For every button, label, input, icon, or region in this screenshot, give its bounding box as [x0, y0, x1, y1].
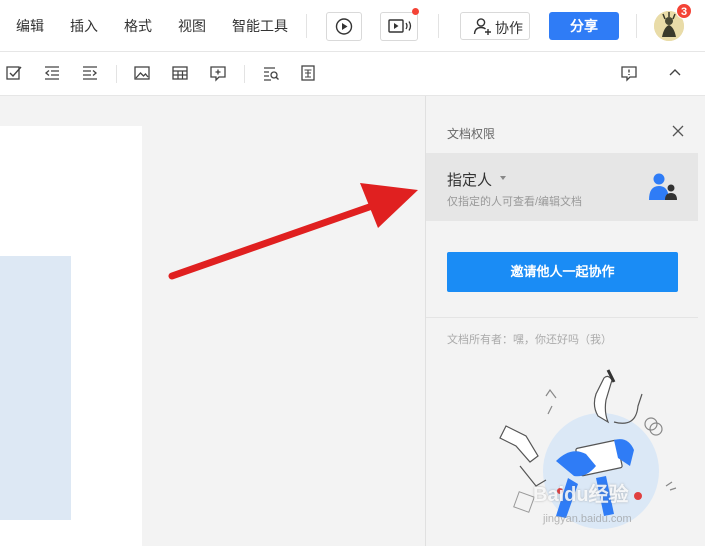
play-button[interactable] — [326, 12, 362, 41]
invite-collaborate-button[interactable]: 邀请他人一起协作 — [447, 252, 678, 292]
menu-smart-tools[interactable]: 智能工具 — [232, 17, 288, 35]
table-icon[interactable] — [171, 64, 189, 82]
comment-icon[interactable] — [620, 64, 638, 82]
notification-dot — [412, 8, 419, 15]
menu-divider — [438, 14, 439, 38]
collaborate-button[interactable]: 协作 — [460, 12, 530, 40]
panel-divider — [426, 317, 698, 318]
menu-insert[interactable]: 插入 — [70, 17, 98, 35]
present-audio-button[interactable] — [380, 12, 418, 41]
panel-title: 文档权限 — [447, 127, 496, 141]
people-icon — [649, 173, 677, 200]
document-owner: 文档所有者：嘿，你还好吗（我） — [447, 334, 612, 346]
permission-description: 仅指定的人可查看/编辑文档 — [447, 196, 583, 208]
toolbar-divider — [116, 65, 117, 83]
chevron-up-icon[interactable] — [666, 64, 684, 82]
watermark-url: jingyan.baidu.com — [543, 513, 632, 525]
menu-format[interactable]: 格式 — [124, 17, 152, 35]
share-button[interactable]: 分享 — [549, 12, 619, 40]
image-icon[interactable] — [133, 64, 151, 82]
selected-block — [0, 256, 71, 520]
menu-divider — [636, 14, 637, 38]
menu-view[interactable]: 视图 — [178, 17, 206, 35]
format-toolbar — [0, 52, 705, 96]
chevron-down-icon — [500, 176, 506, 180]
outdent-icon[interactable] — [43, 64, 61, 82]
toolbar-divider — [244, 65, 245, 83]
comment-add-icon[interactable] — [209, 64, 227, 82]
menu-divider — [306, 14, 307, 38]
notification-badge: 3 — [676, 3, 692, 19]
indent-icon[interactable] — [81, 64, 99, 82]
menu-bar: 编辑 插入 格式 视图 智能工具 协作 分享 3 — [0, 0, 705, 52]
permission-option[interactable]: 指定人 仅指定的人可查看/编辑文档 — [426, 153, 698, 221]
checkbox-icon[interactable] — [5, 64, 23, 82]
menu-edit[interactable]: 编辑 — [16, 17, 44, 35]
collaborate-label: 协作 — [495, 20, 523, 36]
find-replace-icon[interactable] — [262, 64, 280, 82]
close-icon[interactable] — [670, 123, 686, 139]
person-icon — [473, 18, 491, 35]
presentation-icon — [388, 19, 412, 33]
watermark-brand: Baidu经验 — [533, 484, 629, 506]
permission-title: 指定人 — [447, 172, 493, 189]
translate-icon[interactable] — [299, 64, 317, 82]
play-icon — [335, 18, 353, 35]
